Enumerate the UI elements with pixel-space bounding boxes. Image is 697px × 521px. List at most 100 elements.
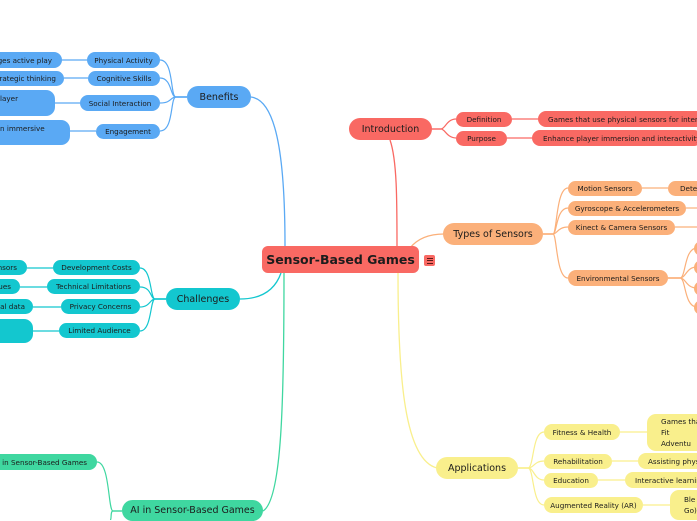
link-central-introduction — [389, 139, 398, 249]
subtopic-physical-activity[interactable]: Physical Activity — [87, 52, 160, 68]
link-env-1 — [668, 247, 697, 279]
link-types-env — [543, 233, 569, 279]
link-app-fitness — [518, 431, 545, 469]
topic-benefits[interactable]: Benefits — [187, 86, 251, 108]
subtopic-augmented-reality[interactable]: Augmented Reality (AR) — [544, 497, 643, 513]
subtopic-ai-child-label: l in Sensor-Based Games — [0, 457, 87, 467]
subtopic-physical-activity-label: Physical Activity — [94, 55, 153, 65]
detail-motion-sensors-text: Detec — [680, 184, 697, 193]
link-ai-child — [96, 461, 122, 512]
detail-technical-limitations[interactable]: ues — [0, 279, 20, 294]
subtopic-social-interaction[interactable]: Social Interaction — [80, 95, 160, 111]
subtopic-kinect-camera-label: Kinect & Camera Sensors — [575, 223, 668, 232]
detail-definition-text: Games that use physical sensors for inte… — [548, 114, 697, 124]
detail-rehabilitation[interactable]: Assisting phys — [638, 453, 697, 469]
subtopic-definition[interactable]: Definition — [456, 112, 512, 127]
link-env-2 — [668, 266, 697, 279]
subtopic-development-costs[interactable]: Development Costs — [53, 260, 140, 275]
subtopic-limited-audience[interactable]: Limited Audience — [59, 323, 140, 338]
subtopic-privacy-concerns[interactable]: Privacy Concerns — [61, 299, 140, 314]
subtopic-privacy-concerns-label: Privacy Concerns — [69, 302, 132, 311]
detail-rehabilitation-text: Assisting phys — [648, 456, 697, 466]
topic-types-of-sensors-label: Types of Sensors — [453, 228, 533, 240]
subtopic-purpose-label: Purpose — [467, 134, 496, 143]
detail-privacy-concerns[interactable]: tal data — [0, 299, 33, 314]
detail-education-text: Interactive learnin — [635, 475, 697, 485]
topic-types-of-sensors[interactable]: Types of Sensors — [443, 223, 543, 245]
detail-purpose[interactable]: Enhance player immersion and interactivi… — [532, 130, 697, 146]
detail-cognitive-skills-text: rategic thinking — [0, 74, 56, 83]
subtopic-social-interaction-label: Social Interaction — [88, 98, 152, 108]
detail-motion-sensors[interactable]: Detec — [668, 181, 697, 196]
link-central-challenges — [239, 272, 282, 300]
subtopic-fitness-health[interactable]: Fitness & Health — [544, 424, 620, 440]
subtopic-engagement[interactable]: Engagement — [96, 124, 160, 139]
detail-privacy-concerns-text: tal data — [0, 302, 25, 311]
subtopic-gyroscope-label: Gyroscope & Accelerometers — [574, 204, 680, 213]
link-challenges-audience — [139, 298, 166, 332]
subtopic-technical-limitations[interactable]: Technical Limitations — [47, 279, 140, 294]
subtopic-development-costs-label: Development Costs — [61, 263, 132, 272]
link-challenges-tech — [139, 286, 166, 300]
detail-engagement-text: n immersive — [0, 124, 45, 133]
subtopic-motion-sensors-label: Motion Sensors — [577, 184, 633, 193]
subtopic-education[interactable]: Education — [544, 473, 598, 488]
link-intro-definition — [432, 118, 457, 130]
topic-applications-label: Applications — [447, 462, 507, 474]
detail-fitness-health[interactable]: Games tha Fit Adventu — [647, 414, 697, 451]
topic-challenges[interactable]: Challenges — [166, 288, 240, 310]
list-icon[interactable] — [424, 255, 435, 266]
subtopic-cognitive-skills[interactable]: Cognitive Skills — [88, 71, 160, 86]
topic-benefits-label: Benefits — [199, 91, 239, 103]
subtopic-kinect-camera[interactable]: Kinect & Camera Sensors — [568, 220, 675, 235]
link-types-gyro — [543, 207, 569, 235]
detail-development-costs[interactable]: nsors — [0, 260, 27, 275]
subtopic-definition-label: Definition — [466, 115, 502, 124]
link-central-benefits — [250, 96, 286, 247]
detail-cognitive-skills[interactable]: rategic thinking — [0, 71, 64, 86]
topic-ai-in-sensor-based-games[interactable]: AI in Sensor-Based Games — [122, 500, 263, 521]
detail-social-interaction[interactable]: layer — [0, 90, 55, 116]
subtopic-cognitive-skills-label: Cognitive Skills — [96, 74, 152, 83]
link-challenges-cost — [139, 267, 166, 300]
subtopic-rehabilitation-label: Rehabilitation — [553, 457, 603, 466]
link-intro-purpose — [432, 128, 457, 139]
subtopic-gyroscope[interactable]: Gyroscope & Accelerometers — [568, 201, 686, 216]
topic-introduction-label: Introduction — [361, 123, 420, 135]
topic-challenges-label: Challenges — [176, 293, 230, 305]
subtopic-limited-audience-label: Limited Audience — [68, 326, 131, 335]
subtopic-ai-child[interactable]: l in Sensor-Based Games — [0, 454, 97, 470]
detail-limited-audience[interactable] — [0, 319, 33, 343]
subtopic-fitness-health-label: Fitness & Health — [552, 427, 612, 437]
topic-introduction[interactable]: Introduction — [349, 118, 432, 140]
topic-applications[interactable]: Applications — [436, 457, 518, 479]
detail-purpose-text: Enhance player immersion and interactivi… — [543, 133, 697, 143]
subtopic-rehabilitation[interactable]: Rehabilitation — [544, 454, 612, 469]
link-central-applications — [397, 272, 438, 469]
subtopic-education-label: Education — [553, 476, 589, 485]
detail-augmented-reality-text: Ble Go) — [684, 495, 697, 515]
central-topic-label: Sensor-Based Games — [266, 252, 415, 267]
detail-physical-activity[interactable]: ges active play — [0, 52, 62, 68]
link-central-ai — [262, 272, 285, 512]
subtopic-technical-limitations-label: Technical Limitations — [55, 282, 132, 291]
detail-technical-limitations-text: ues — [0, 282, 11, 291]
detail-definition[interactable]: Games that use physical sensors for inte… — [538, 111, 697, 127]
link-app-ar — [518, 467, 545, 506]
detail-augmented-reality[interactable]: Ble Go) — [670, 490, 697, 520]
central-topic[interactable]: Sensor-Based Games — [262, 246, 419, 273]
detail-social-interaction-text: layer — [0, 94, 19, 103]
subtopic-purpose[interactable]: Purpose — [456, 131, 507, 146]
link-env-4 — [668, 277, 697, 308]
detail-development-costs-text: nsors — [0, 263, 17, 272]
detail-engagement[interactable]: n immersive — [0, 120, 70, 145]
detail-fitness-health-text: Games tha Fit Adventu — [661, 417, 697, 448]
subtopic-augmented-reality-label: Augmented Reality (AR) — [550, 500, 637, 510]
topic-ai-label: AI in Sensor-Based Games — [130, 505, 255, 516]
subtopic-motion-sensors[interactable]: Motion Sensors — [568, 181, 642, 196]
subtopic-environmental-sensors-label: Environmental Sensors — [576, 273, 660, 283]
subtopic-environmental-sensors[interactable]: Environmental Sensors — [568, 270, 668, 286]
detail-education[interactable]: Interactive learnin — [625, 472, 697, 488]
link-ai-child-2 — [109, 510, 122, 520]
detail-physical-activity-text: ges active play — [0, 55, 52, 65]
